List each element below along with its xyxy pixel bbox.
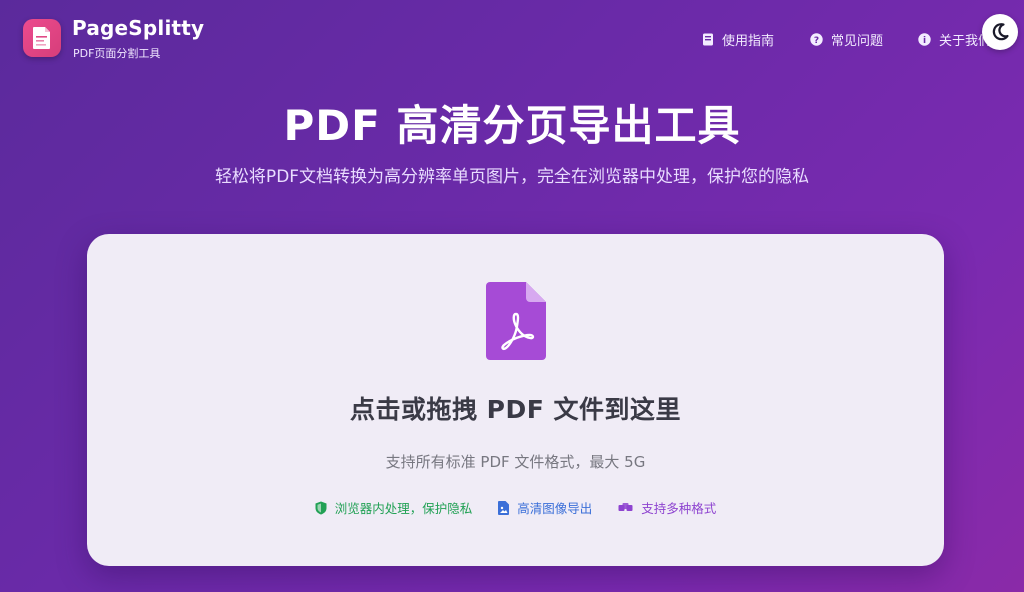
pdf-file-icon <box>486 282 546 360</box>
page-subtitle: 轻松将PDF文档转换为高分辨率单页图片，完全在浏览器中处理，保护您的隐私 <box>214 167 810 187</box>
drop-zone-title: 点击或拖拽 PDF 文件到这里 <box>349 395 682 424</box>
file-drop-zone[interactable]: 点击或拖拽 PDF 文件到这里 支持所有标准 PDF 文件格式，最大 5G 浏览… <box>87 234 944 566</box>
feature-label-formats: 支持多种格式 <box>641 501 717 516</box>
nav-item-about[interactable]: i 关于我们 <box>918 30 991 49</box>
feature-list: 浏览器内处理，保护隐私 高清图像导出 支持多种格式 <box>87 498 944 517</box>
page-title: PDF 高清分页导出工具 <box>283 101 741 150</box>
feature-label-hd-export: 高清图像导出 <box>517 501 593 516</box>
image-file-icon <box>498 500 510 515</box>
logo[interactable] <box>23 19 61 57</box>
feature-formats: 支持多种格式 <box>618 498 716 517</box>
header: PageSplitty PDF页面分割工具 使用指南 ? 常见问题 i 关于我们 <box>0 0 1024 70</box>
book-icon <box>701 33 714 46</box>
brand-subtitle: PDF页面分割工具 <box>73 47 161 60</box>
feature-hd-export: 高清图像导出 <box>498 498 592 517</box>
theme-toggle-button[interactable] <box>982 14 1018 50</box>
brand-name[interactable]: PageSplitty <box>72 16 204 40</box>
feature-label-privacy: 浏览器内处理，保护隐私 <box>334 501 473 516</box>
info-icon: i <box>918 32 931 46</box>
nav-label-guide: 使用指南 <box>722 33 775 49</box>
nav-item-faq[interactable]: ? 常见问题 <box>810 30 884 49</box>
layers-icon <box>618 502 633 511</box>
nav-item-guide[interactable]: 使用指南 <box>701 30 775 49</box>
document-logo-icon <box>33 27 50 49</box>
drop-zone-hint: 支持所有标准 PDF 文件格式，最大 5G <box>385 453 646 471</box>
svg-text:i: i <box>923 36 926 46</box>
feature-privacy: 浏览器内处理，保护隐私 <box>315 498 473 517</box>
svg-text:?: ? <box>814 36 819 46</box>
moon-icon <box>992 23 1009 41</box>
shield-icon <box>315 501 327 514</box>
question-icon: ? <box>810 32 823 46</box>
nav-label-faq: 常见问题 <box>831 33 884 49</box>
